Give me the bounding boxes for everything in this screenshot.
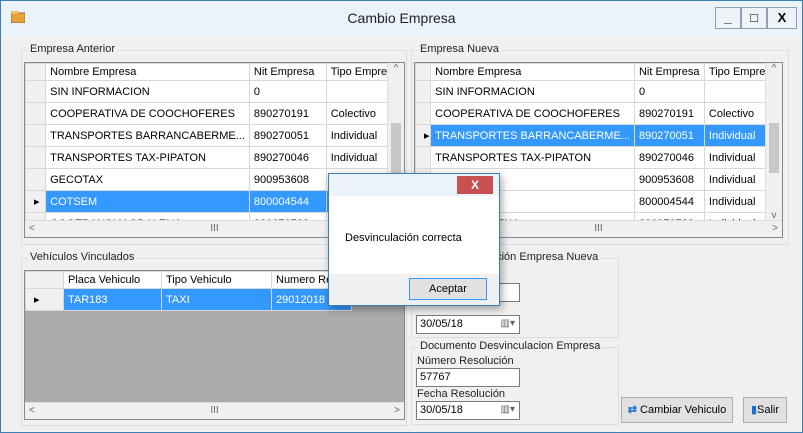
table-cell[interactable]: 0 — [248, 80, 327, 103]
table-cell[interactable]: 890270046 — [248, 146, 327, 169]
row-header[interactable] — [25, 102, 47, 125]
row-selector-arrow-icon[interactable]: ▸ — [415, 124, 432, 147]
numero-resolucion-input[interactable]: 57767 — [416, 368, 520, 387]
maximize-button[interactable]: □ — [741, 7, 767, 29]
calendar-dropdown-icon[interactable]: ▥▾ — [501, 318, 515, 329]
scroll-up-icon[interactable]: ^ — [388, 63, 404, 74]
table-cell[interactable]: 890270046 — [633, 146, 705, 169]
dialog-ok-button[interactable]: Aceptar — [409, 278, 487, 300]
window-title: Cambio Empresa — [347, 10, 456, 26]
table-cell[interactable]: 890270051 — [248, 124, 327, 147]
table-cell[interactable]: 890270051 — [633, 124, 705, 147]
row-header[interactable] — [25, 80, 47, 103]
dialog-message-area: Desvinculación correcta — [329, 196, 499, 274]
column-header[interactable]: Placa Vehiculo — [63, 271, 162, 289]
main-window: Cambio Empresa _ □ X Empresa Anterior No… — [0, 0, 803, 433]
table-cell[interactable]: TAXI — [161, 288, 272, 311]
scroll-right-icon[interactable]: > — [772, 223, 778, 234]
horizontal-scrollbar[interactable]: < III > — [25, 402, 404, 419]
table-row[interactable]: TRANSPORTES TAX-PIPATON 890270046 Individu… — [415, 146, 782, 169]
salir-button[interactable]: ▮Salir — [743, 397, 787, 423]
row-header[interactable] — [25, 168, 47, 191]
numero-resolucion-label: Número Resolución — [417, 355, 514, 367]
row-header[interactable] — [25, 146, 47, 169]
row-header[interactable] — [415, 146, 432, 169]
cambiar-vehiculo-button[interactable]: ⇄ Cambiar Vehiculo — [621, 397, 733, 423]
empresa-nueva-label: Empresa Nueva — [418, 43, 501, 55]
column-header[interactable]: Tipo Vehiculo — [161, 271, 272, 289]
scroll-thumb[interactable] — [391, 123, 401, 173]
table-row[interactable]: SIN INFORMACION 0 — [25, 80, 404, 103]
message-dialog: X Desvinculación correcta Aceptar — [328, 173, 500, 306]
vehiculos-table: Placa Vehiculo Tipo Vehiculo Numero Re ▸… — [25, 271, 352, 311]
column-header[interactable]: Nombre Empresa — [430, 63, 635, 81]
dialog-message: Desvinculación correcta — [345, 232, 462, 244]
table-row[interactable]: COOPERATIVA DE COOCHOFERES 890270191 Colec… — [25, 102, 404, 125]
table-cell[interactable]: 800004544 — [633, 190, 705, 213]
numero-resolucion-value: 57767 — [420, 371, 451, 383]
fecha-resolucion-label: Fecha Resolución — [417, 388, 506, 400]
salir-label: Salir — [757, 404, 780, 416]
table-cell[interactable]: 900953608 — [248, 168, 327, 191]
row-header[interactable] — [415, 80, 432, 103]
table-cell[interactable]: 800004544 — [248, 190, 327, 213]
swap-icon: ⇄ — [627, 404, 637, 416]
table-cell[interactable]: COOPERATIVA DE COOCHOFERES — [430, 102, 635, 125]
scroll-up-icon[interactable]: ^ — [766, 63, 782, 74]
dialog-title-bar[interactable]: X — [329, 174, 499, 196]
table-cell[interactable]: COOPERATIVA DE COOCHOFERES — [45, 102, 250, 125]
row-selector-arrow-icon[interactable]: ▸ — [25, 190, 47, 213]
scroll-thumb[interactable] — [769, 123, 779, 173]
column-header[interactable]: Nombre Empresa — [45, 63, 250, 81]
table-row[interactable]: COOPERATIVA DE COOCHOFERES 890270191 Colec… — [415, 102, 782, 125]
column-header[interactable]: Nit Empresa — [248, 63, 327, 81]
table-cell[interactable]: 890270191 — [248, 102, 327, 125]
table-row[interactable]: TRANSPORTES BARRANCABERME... 890270051 Ind… — [25, 124, 404, 147]
title-bar[interactable]: Cambio Empresa _ □ X — [1, 1, 802, 37]
table-row[interactable]: ▸ TRANSPORTES BARRANCABERME... 890270051 In… — [415, 124, 782, 147]
vertical-scrollbar[interactable]: ^ v — [765, 63, 782, 221]
table-cell[interactable]: TRANSPORTES BARRANCABERME... — [45, 124, 250, 147]
table-cell[interactable]: TRANSPORTES TAX-PIPATON — [430, 146, 635, 169]
table-cell[interactable]: SIN INFORMACION — [45, 80, 250, 103]
scroll-thumb-label: III — [210, 405, 219, 416]
fecha-resolucion-value: 30/05/18 — [420, 404, 463, 416]
cambiar-vehiculo-label: Cambiar Vehiculo — [640, 404, 727, 416]
table-cell[interactable]: TRANSPORTES BARRANCABERME... — [430, 124, 635, 147]
table-cell[interactable]: 890270191 — [633, 102, 705, 125]
calendar-dropdown-icon[interactable]: ▥▾ — [501, 404, 515, 415]
vehiculos-label: Vehículos Vinculados — [28, 251, 137, 263]
fecha-resolucion-picker[interactable]: 30/05/18 ▥▾ — [416, 401, 520, 420]
table-cell[interactable]: TRANSPORTES TAX-PIPATON — [45, 146, 250, 169]
row-header[interactable] — [25, 124, 47, 147]
desvinculacion-label: Documento Desvinculacion Empresa — [418, 340, 603, 352]
table-cell[interactable]: 0 — [633, 80, 705, 103]
table-cell[interactable]: 900953608 — [633, 168, 705, 191]
table-cell[interactable]: SIN INFORMACION — [430, 80, 635, 103]
table-cell[interactable]: TAR183 — [63, 288, 162, 311]
table-cell[interactable]: COTSEM — [45, 190, 250, 213]
close-button[interactable]: X — [767, 7, 797, 29]
table-row[interactable]: SIN INFORMACION 0 — [415, 80, 782, 103]
vinculacion-fecha-picker[interactable]: 30/05/18 ▥▾ — [416, 315, 520, 334]
vinculacion-fecha-value: 30/05/18 — [420, 318, 463, 330]
table-cell[interactable]: GECOTAX — [45, 168, 250, 191]
scroll-right-icon[interactable]: > — [394, 405, 400, 416]
minimize-button[interactable]: _ — [715, 7, 741, 29]
table-row[interactable]: TRANSPORTES TAX-PIPATON 890270046 Individu… — [25, 146, 404, 169]
column-header[interactable]: Nit Empresa — [633, 63, 705, 81]
row-selector-arrow-icon[interactable]: ▸ — [25, 288, 64, 311]
empresa-anterior-label: Empresa Anterior — [28, 43, 117, 55]
dialog-close-button[interactable]: X — [457, 176, 493, 194]
vinculacion-label: ación Empresa Nueva — [488, 251, 601, 263]
table-row[interactable]: ▸ TAR183 TAXI 29012018 — [25, 288, 352, 311]
row-header[interactable] — [415, 102, 432, 125]
